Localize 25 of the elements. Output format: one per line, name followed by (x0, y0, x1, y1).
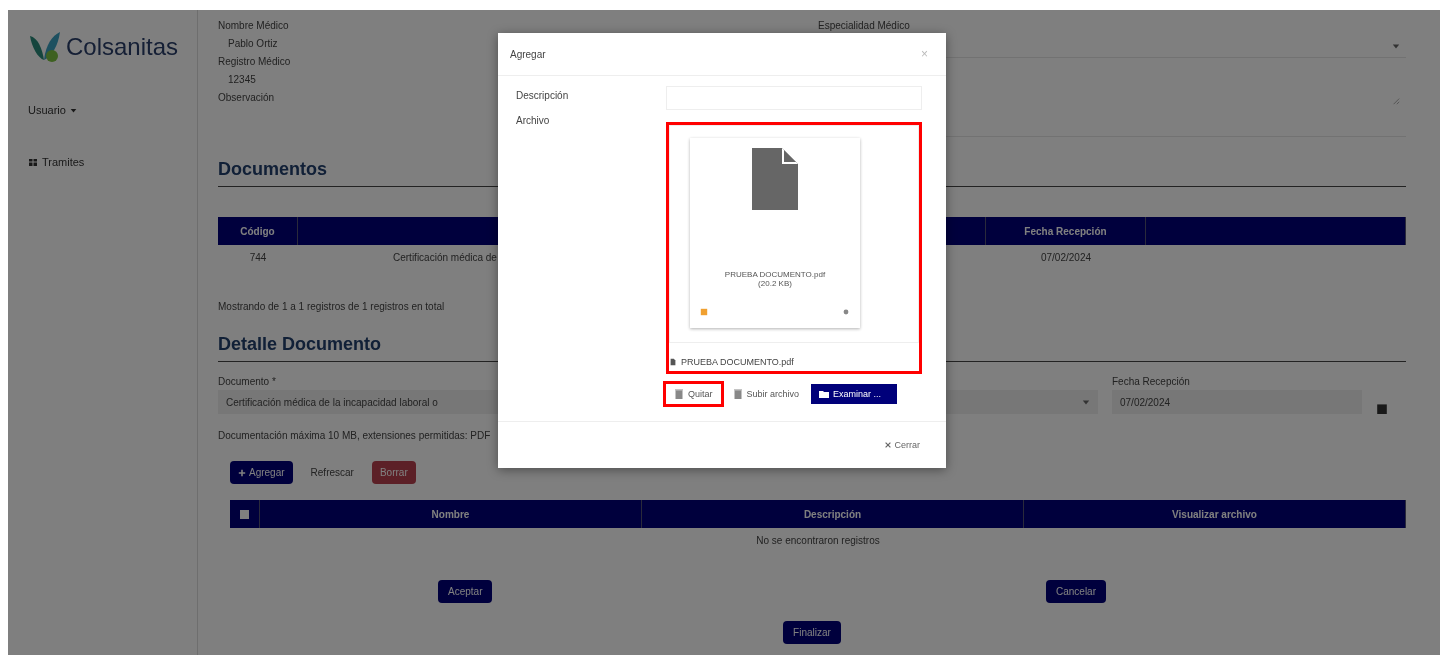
field-label: Nombre Médico (218, 20, 289, 31)
field-label: Registro Médico (218, 56, 291, 67)
modal-title: Agregar (510, 48, 546, 60)
column-header: Descripción (642, 500, 1024, 528)
empty-message: No se encontraron registros (755, 533, 881, 548)
logo-text: Colsanitas (66, 33, 179, 61)
field-label: Observación (218, 92, 275, 103)
column-header: Nombre (260, 500, 642, 528)
field-value: Pablo Ortiz (227, 37, 279, 51)
field-label: Documento * (218, 376, 276, 387)
column-header: Visualizar archivo (1024, 500, 1406, 528)
upload-note: Documentación máxima 10 MB, extensiones permitidas: PDF (218, 430, 492, 441)
field-label: Archivo (516, 115, 550, 126)
column-header: Fecha Recepción (986, 217, 1146, 245)
field-value: 12345 (227, 73, 257, 87)
column-header: Código (218, 217, 298, 245)
field-label: Descripción (516, 90, 569, 101)
records-summary: Mostrando de 1 a 1 registros de 1 registros en total (218, 301, 446, 312)
table-cell-text: Certificación médica de (392, 250, 498, 265)
table-cell-text: 07/02/2024 (1039, 250, 1093, 265)
file-name: PRUEBA DOCUMENTO.pdf (724, 270, 826, 279)
field-label: Especialidad Médico (818, 20, 910, 31)
field-label: Fecha Recepción (1112, 376, 1190, 387)
table-cell-text: 744 (248, 250, 268, 265)
file-size: (20.2 KB) (758, 279, 792, 288)
